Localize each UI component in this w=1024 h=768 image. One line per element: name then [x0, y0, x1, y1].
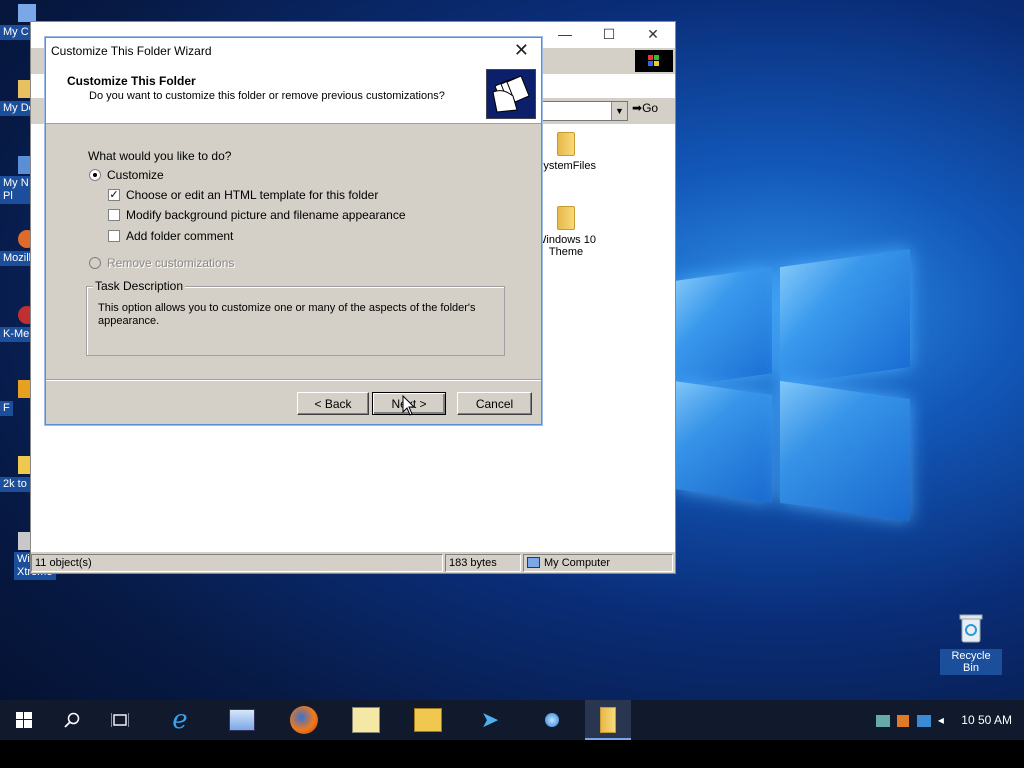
- desktop-icon-label: 2k to: [0, 477, 30, 492]
- screen-bottom-border: [0, 740, 1024, 768]
- checkbox-comment[interactable]: Add folder comment: [108, 229, 233, 243]
- maximize-icon[interactable]: ☐: [587, 24, 631, 44]
- status-location: My Computer: [523, 554, 673, 572]
- taskbar-file-explorer[interactable]: [585, 700, 631, 740]
- task-description-legend: Task Description: [93, 279, 186, 293]
- desktop-icon-label: My C: [0, 25, 32, 40]
- taskbar: e ➤ ◂ 10 50 AM: [0, 700, 1024, 740]
- desktop-icon-label: My N Pl: [0, 176, 34, 204]
- desktop-icon-label: Mozill: [0, 251, 35, 266]
- file-item-label: SystemFiles: [536, 160, 596, 172]
- tray-network-icon[interactable]: [875, 714, 890, 727]
- folder-icon: [600, 706, 616, 733]
- recycle-bin-label: Recycle Bin: [940, 649, 1002, 675]
- minimize-icon[interactable]: —: [543, 24, 587, 44]
- wallpaper-windows-logo: [676, 240, 916, 540]
- go-label: Go: [642, 101, 659, 115]
- windows-start-icon: [16, 711, 32, 728]
- file-item-label: Windows 10 Theme: [536, 234, 596, 258]
- folder-icon: [557, 132, 575, 156]
- taskbar-notepad-app[interactable]: [342, 700, 390, 740]
- wizard-question: What would you like to do?: [88, 149, 232, 163]
- start-button[interactable]: [0, 700, 48, 740]
- taskbar-firefox[interactable]: [280, 700, 328, 740]
- go-button[interactable]: ➡Go: [632, 101, 658, 115]
- paper-plane-icon: ➤: [480, 707, 500, 732]
- task-description-group: Task Description This option allows you …: [86, 279, 505, 356]
- close-icon[interactable]: ✕: [514, 39, 529, 61]
- task-view-icon: [110, 712, 130, 727]
- wizard-header-subtitle: Do you want to customize this folder or …: [89, 90, 445, 102]
- tray-app-icon[interactable]: [897, 714, 910, 727]
- radio-customize-label: Customize: [107, 168, 164, 182]
- desktop-icon-label: F: [0, 401, 13, 416]
- desktop-icon-label: K-Me: [0, 327, 33, 342]
- notepad-pencil-icon: [352, 706, 380, 733]
- checkbox-background[interactable]: Modify background picture and filename a…: [108, 208, 406, 222]
- taskbar-sync-app[interactable]: [218, 700, 266, 740]
- go-arrow-icon: ➡: [632, 101, 643, 115]
- chevron-down-icon[interactable]: ▼: [611, 102, 627, 120]
- address-dropdown[interactable]: ▼: [536, 101, 628, 121]
- media-disc-icon: [545, 712, 559, 727]
- status-object-count: 11 object(s): [31, 554, 443, 572]
- clock[interactable]: 10 50 AM: [961, 713, 1012, 727]
- checkbox-html-template-label: Choose or edit an HTML template for this…: [126, 188, 379, 202]
- back-button[interactable]: < Back: [297, 392, 369, 415]
- radio-unselected-icon: [89, 257, 101, 269]
- tray-monitor-icon[interactable]: [916, 714, 931, 727]
- mouse-cursor-icon: [402, 395, 416, 416]
- taskbar-media-app[interactable]: [528, 700, 576, 740]
- tray-volume-icon[interactable]: ◂: [938, 713, 944, 727]
- radio-customize[interactable]: Customize: [89, 168, 164, 182]
- radio-remove-customizations: Remove customizations: [89, 256, 234, 270]
- windows-flag-icon: [635, 50, 673, 72]
- status-location-label: My Computer: [544, 557, 611, 569]
- system-tray: ◂ 10 50 AM: [875, 700, 1012, 740]
- close-icon[interactable]: ✕: [631, 24, 675, 44]
- search-button[interactable]: [48, 700, 96, 740]
- task-description-text: This option allows you to customize one …: [98, 302, 476, 327]
- folder-search-icon: [414, 707, 442, 732]
- checkmark-icon[interactable]: ✓: [108, 189, 120, 201]
- checkbox-html-template[interactable]: ✓ Choose or edit an HTML template for th…: [108, 188, 378, 202]
- computer-icon: [18, 4, 36, 22]
- explorer-statusbar: 11 object(s) 183 bytes My Computer: [31, 551, 675, 573]
- cancel-button[interactable]: Cancel: [457, 392, 532, 415]
- taskbar-paper-plane-app[interactable]: ➤: [466, 700, 514, 740]
- radio-remove-label: Remove customizations: [107, 256, 235, 270]
- status-size: 183 bytes: [445, 554, 521, 572]
- wizard-titlebar[interactable]: Customize This Folder Wizard ✕: [46, 38, 541, 64]
- checkbox-empty-icon[interactable]: [108, 230, 120, 242]
- recycle-bin-icon: [959, 614, 983, 643]
- wizard-header: Customize This Folder Do you want to cus…: [46, 64, 541, 124]
- wizard-header-title: Customize This Folder: [67, 74, 196, 88]
- taskbar-search-folder[interactable]: [404, 700, 452, 740]
- checkbox-background-label: Modify background picture and filename a…: [126, 208, 406, 222]
- checkbox-comment-label: Add folder comment: [126, 229, 234, 243]
- radio-selected-icon[interactable]: [89, 169, 101, 181]
- checkbox-empty-icon[interactable]: [108, 209, 120, 221]
- customize-folder-wizard[interactable]: Customize This Folder Wizard ✕ Customize…: [45, 37, 542, 425]
- folder-icon: [557, 206, 575, 230]
- desktop-icon-recycle-bin[interactable]: Recycle Bin: [940, 612, 1002, 675]
- wizard-title: Customize This Folder Wizard: [51, 44, 212, 58]
- task-view-button[interactable]: [96, 700, 144, 740]
- folder-documents-icon: [486, 69, 536, 119]
- internet-explorer-icon: e: [172, 705, 188, 735]
- firefox-icon: [290, 705, 318, 734]
- taskbar-internet-explorer[interactable]: e: [156, 700, 204, 740]
- sync-app-icon: [229, 708, 255, 731]
- wizard-divider: [46, 379, 541, 381]
- computer-icon: [527, 557, 540, 568]
- search-icon: [64, 712, 80, 728]
- wizard-body: What would you like to do? Customize ✓ C…: [46, 125, 541, 378]
